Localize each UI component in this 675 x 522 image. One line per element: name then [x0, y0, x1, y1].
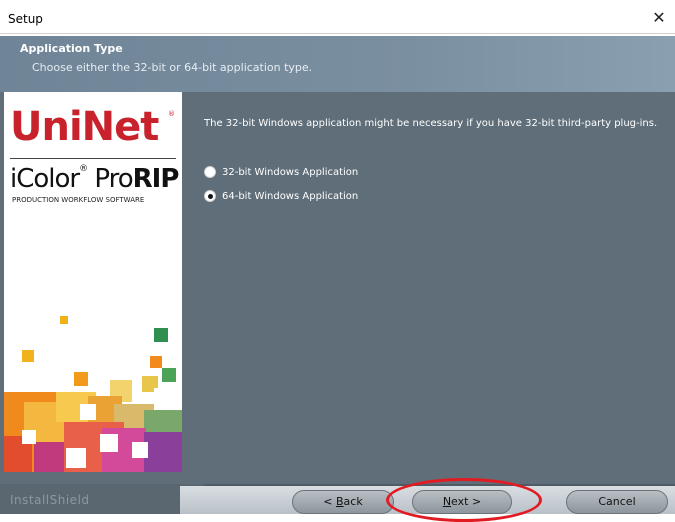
- cancel-button[interactable]: Cancel: [566, 490, 668, 514]
- product-logo: iColor® ProRIP: [10, 164, 180, 194]
- installshield-logo: InstallShield: [10, 493, 90, 507]
- side-banner: UniNet ® iColor® ProRIP PRODUCTION WORKF…: [4, 92, 182, 472]
- product-logo-mid: Pro: [94, 164, 133, 194]
- description-text: The 32-bit Windows application might be …: [204, 118, 658, 129]
- radio-64bit[interactable]: [204, 190, 216, 202]
- header-band: Application Type Choose either the 32-bi…: [0, 36, 675, 92]
- footer-brand-area: InstallShield: [0, 484, 205, 514]
- option-32bit-label: 32-bit Windows Application: [222, 166, 359, 178]
- back-prefix: <: [323, 495, 336, 508]
- close-icon[interactable]: ✕: [649, 8, 669, 28]
- page-subtitle: Choose either the 32-bit or 64-bit appli…: [32, 61, 313, 74]
- option-64bit[interactable]: 64-bit Windows Application: [204, 190, 358, 202]
- back-rest: ack: [343, 495, 363, 508]
- radio-32bit[interactable]: [204, 166, 216, 178]
- product-logo-bold: RIP: [132, 164, 180, 194]
- main-panel: UniNet ® iColor® ProRIP PRODUCTION WORKF…: [0, 92, 675, 484]
- option-64bit-label: 64-bit Windows Application: [222, 190, 359, 202]
- product-logo-light: iColor: [10, 164, 80, 194]
- back-hotkey: B: [336, 495, 344, 508]
- content-area: The 32-bit Windows application might be …: [182, 92, 675, 484]
- title-bar: Setup ✕: [0, 0, 675, 34]
- window-title: Setup: [8, 12, 43, 26]
- registered-mark-icon: ®: [168, 110, 175, 118]
- setup-window: Setup ✕ Application Type Choose either t…: [0, 0, 675, 522]
- next-highlight-annotation: [386, 478, 542, 522]
- logo-divider: [10, 158, 176, 159]
- page-title: Application Type: [20, 42, 123, 55]
- uninet-logo: UniNet: [10, 104, 159, 150]
- footer-bar: InstallShield < Back Next > Cancel: [0, 484, 675, 514]
- option-32bit[interactable]: 32-bit Windows Application: [204, 166, 358, 178]
- product-tagline: PRODUCTION WORKFLOW SOFTWARE: [12, 196, 145, 204]
- back-button[interactable]: < Back: [292, 490, 394, 514]
